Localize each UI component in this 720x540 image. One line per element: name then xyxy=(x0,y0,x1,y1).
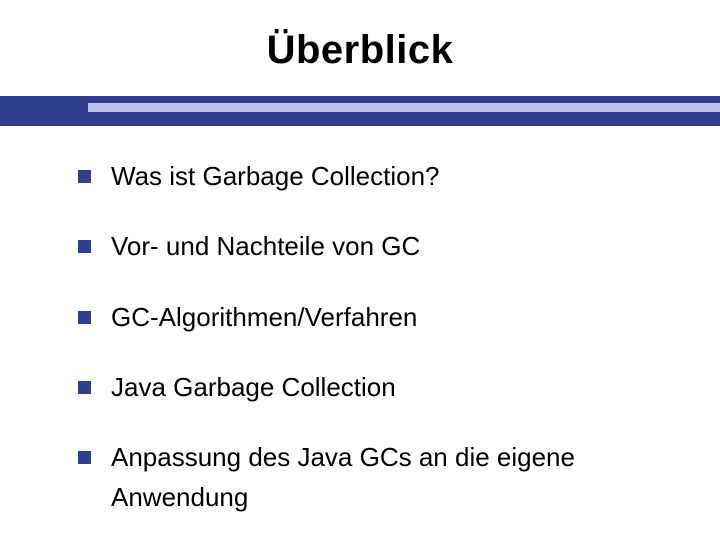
bullet-list: Was ist Garbage Collection? Vor- und Nac… xyxy=(78,156,680,540)
slide-title: Überblick xyxy=(0,28,720,73)
list-item-text: Vor- und Nachteile von GC xyxy=(111,226,680,266)
list-item: GC-Algorithmen/Verfahren xyxy=(78,297,680,337)
square-bullet-icon xyxy=(78,311,91,324)
square-bullet-icon xyxy=(78,240,91,253)
list-item-text: Anpassung des Java GCs an die eigene Anw… xyxy=(111,437,680,518)
square-bullet-icon xyxy=(78,451,91,464)
list-item-text: Was ist Garbage Collection? xyxy=(111,156,680,196)
slide: Überblick Was ist Garbage Collection? Vo… xyxy=(0,0,720,540)
square-bullet-icon xyxy=(78,170,91,183)
list-item: Java Garbage Collection xyxy=(78,367,680,407)
square-bullet-icon xyxy=(78,381,91,394)
list-item: Anpassung des Java GCs an die eigene Anw… xyxy=(78,437,680,518)
list-item-text: GC-Algorithmen/Verfahren xyxy=(111,297,680,337)
list-item: Vor- und Nachteile von GC xyxy=(78,226,680,266)
list-item-text: Java Garbage Collection xyxy=(111,367,680,407)
list-item: Was ist Garbage Collection? xyxy=(78,156,680,196)
header-bar-light xyxy=(88,103,720,112)
